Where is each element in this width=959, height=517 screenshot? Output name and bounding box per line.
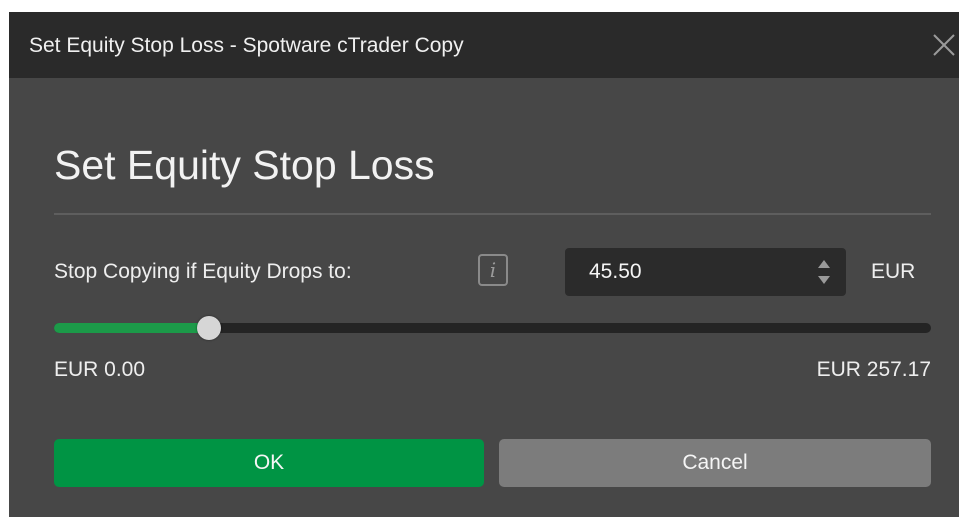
currency-unit-label: EUR	[871, 260, 916, 283]
info-icon[interactable]: i	[478, 254, 508, 286]
range-max-label: EUR 257.17	[816, 358, 931, 381]
equity-slider-fill	[54, 323, 210, 333]
ok-button[interactable]: OK	[54, 439, 484, 487]
equity-slider-track[interactable]	[54, 323, 931, 333]
cancel-button[interactable]: Cancel	[499, 439, 931, 487]
window-title: Set Equity Stop Loss - Spotware cTrader …	[29, 34, 464, 57]
dialog-window: Set Equity Stop Loss - Spotware cTrader …	[9, 12, 959, 517]
dialog-heading: Set Equity Stop Loss	[54, 142, 435, 188]
range-min-label: EUR 0.00	[54, 358, 146, 381]
spinner-arrows-icon[interactable]	[816, 257, 832, 287]
equity-value-input[interactable]	[589, 248, 789, 296]
equity-drop-label: Stop Copying if Equity Drops to:	[54, 260, 352, 283]
equity-value-stepper	[565, 248, 846, 296]
equity-slider-thumb[interactable]	[197, 316, 222, 340]
heading-divider	[54, 213, 931, 215]
title-bar: Set Equity Stop Loss - Spotware cTrader …	[9, 12, 959, 78]
close-icon[interactable]	[931, 32, 957, 58]
